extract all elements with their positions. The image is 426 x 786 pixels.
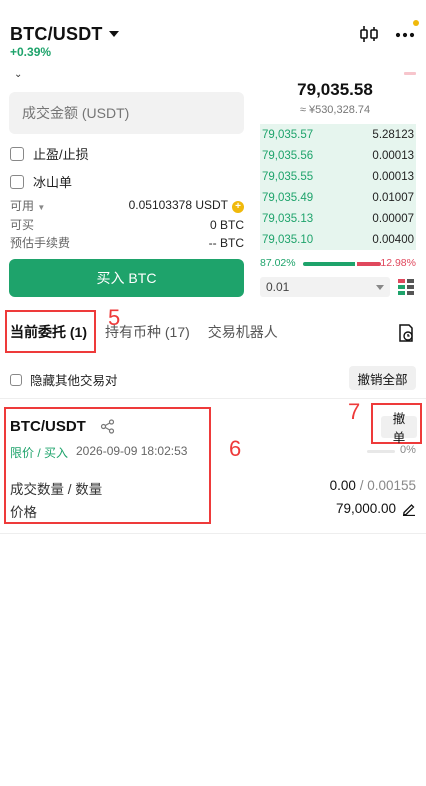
bid-qty: 0.00013: [372, 149, 414, 162]
annotation-number-7: 7: [348, 399, 361, 424]
divider: [0, 398, 426, 399]
bid-price: 79,035.13: [262, 212, 314, 225]
last-price: 79,035.58: [297, 80, 373, 99]
filled-amount-label: 成交数量 / 数量: [10, 482, 103, 497]
filled-amount-value: 0.00 / 0.00155: [330, 478, 416, 493]
available-label[interactable]: 可用 ▼: [10, 197, 45, 214]
bid-qty: 0.00007: [372, 212, 414, 225]
deposit-plus-icon[interactable]: +: [232, 201, 244, 213]
order-history-icon[interactable]: [397, 323, 415, 343]
iceberg-option[interactable]: 冰山单: [10, 172, 72, 191]
price-change: +0.39%: [10, 45, 52, 59]
order-tabs: 当前委托 (1) 持有币种 (17) 交易机器人: [10, 322, 278, 346]
can-buy-row: 可买 0 BTC: [10, 216, 244, 233]
price-value: 79,000.00: [335, 501, 396, 516]
bid-qty: 0.00013: [372, 170, 414, 183]
bid-row[interactable]: 79,035.13 0.00007: [260, 208, 416, 229]
buy-ratio-bar: [303, 262, 355, 266]
order-side: 限价 / 买入: [10, 446, 69, 460]
bid-price: 79,035.57: [262, 128, 314, 141]
bid-row[interactable]: 79,035.56 0.00013: [260, 145, 416, 166]
hide-other-pairs-label: 隐藏其他交易对: [30, 374, 118, 388]
price-label: 价格: [10, 505, 37, 520]
sell-ratio-bar: [357, 262, 381, 266]
candlestick-chart-icon[interactable]: [358, 24, 380, 44]
can-buy-label: 可买: [10, 218, 35, 232]
price-value-row: 79,000.00: [336, 501, 416, 516]
tab-holdings[interactable]: 持有币种 (17): [105, 322, 190, 346]
chevron-down-icon[interactable]: ⌄: [14, 69, 22, 80]
bid-price: 79,035.56: [262, 149, 314, 162]
precision-select[interactable]: 0.01: [260, 277, 390, 297]
checkbox[interactable]: [10, 174, 24, 189]
precision-value: 0.01: [266, 280, 290, 294]
cancel-order-button[interactable]: 撤单: [381, 412, 417, 445]
divider: [0, 533, 426, 534]
bid-list: 79,035.57 5.28123 79,035.56 0.00013 79,035.5…: [260, 124, 416, 250]
bid-price: 79,035.55: [262, 170, 314, 183]
bid-qty: 5.28123: [372, 128, 414, 141]
cancel-all-button[interactable]: 撤销全部: [349, 366, 416, 390]
order-time: 2026-09-09 18:02:53: [76, 444, 188, 458]
fill-progress-bar: [367, 450, 395, 453]
checkbox[interactable]: [10, 373, 22, 386]
amount-value: / 0.00155: [355, 478, 416, 493]
bid-qty: 0.01007: [372, 191, 414, 204]
can-buy-value: 0 BTC: [209, 217, 244, 232]
tp-sl-label: 止盈/止损: [33, 147, 89, 162]
tab-open-orders[interactable]: 当前委托 (1): [10, 322, 87, 346]
edit-icon[interactable]: [402, 502, 416, 516]
available-row: 可用 ▼ 0.05103378 USDT +: [10, 197, 244, 214]
bid-row[interactable]: 79,035.49 0.01007: [260, 187, 416, 208]
tp-sl-option[interactable]: 止盈/止损: [10, 144, 89, 163]
iceberg-label: 冰山单: [33, 175, 73, 190]
caret-down-icon: ▼: [37, 203, 46, 212]
pair-selector[interactable]: BTC/USDT: [10, 24, 119, 45]
bid-row[interactable]: 79,035.57 5.28123: [260, 124, 416, 145]
fee-row: 预估手续费 -- BTC: [10, 234, 244, 251]
orderbook-layout-icon[interactable]: [398, 278, 414, 296]
annotation-number-6: 6: [229, 436, 242, 461]
fee-value: -- BTC: [208, 235, 244, 250]
order-pair[interactable]: BTC/USDT: [10, 418, 86, 435]
available-value: 0.05103378 USDT +: [129, 198, 244, 213]
sell-ratio: 12.98%: [380, 257, 416, 269]
bid-row[interactable]: 79,035.55 0.00013: [260, 166, 416, 187]
hide-other-pairs[interactable]: 隐藏其他交易对: [10, 370, 118, 389]
tab-trading-bots[interactable]: 交易机器人: [208, 322, 278, 346]
bid-qty: 0.00400: [372, 233, 414, 246]
bid-price: 79,035.49: [262, 191, 314, 204]
buy-sell-ratio: 87.02% 12.98%: [260, 257, 416, 271]
ask-depth-mark: [404, 72, 416, 75]
checkbox[interactable]: [10, 146, 24, 161]
more-icon[interactable]: [394, 24, 416, 44]
pair-name: BTC/USDT: [10, 24, 103, 44]
buy-ratio: 87.02%: [260, 257, 296, 269]
amount-input[interactable]: [9, 92, 244, 134]
caret-down-icon: [376, 284, 384, 290]
buy-button[interactable]: 买入 BTC: [9, 259, 244, 297]
notification-dot: [413, 20, 419, 26]
fiat-price: ≈ ¥530,328.74: [299, 104, 371, 116]
fee-label: 预估手续费: [10, 236, 71, 250]
fill-progress-pct: 0%: [400, 444, 416, 456]
filled-value: 0.00: [329, 478, 356, 493]
caret-down-icon: [108, 31, 119, 37]
bid-row[interactable]: 79,035.10 0.00400: [260, 229, 416, 250]
share-icon[interactable]: [100, 419, 115, 434]
bid-price: 79,035.10: [262, 233, 314, 246]
